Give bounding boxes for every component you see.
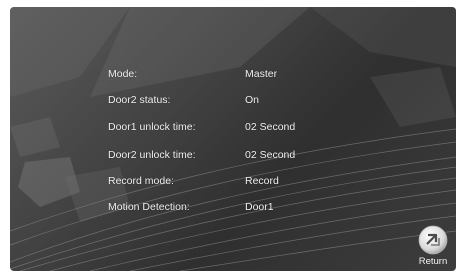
setting-label: Mode: [108,68,138,80]
setting-label: Motion Detection: [108,201,190,213]
settings-screen: Mode: Master Door2 status: On Door1 unlo… [10,7,456,271]
setting-value: 02 Second [245,149,296,161]
setting-value: 02 Second [245,121,296,133]
setting-value: Record [245,175,279,187]
setting-row-mode[interactable]: Mode: Master [108,66,408,82]
setting-row-door1-unlock-time[interactable]: Door1 unlock time: 02 Second [108,119,408,135]
setting-value: Door1 [245,201,274,213]
setting-label: Door2 unlock time: [108,149,196,161]
setting-row-door2-status[interactable]: Door2 status: On [108,92,408,108]
return-icon [418,225,448,255]
return-button[interactable]: Return [413,225,453,271]
setting-label: Record mode: [108,175,174,187]
setting-label: Door1 unlock time: [108,121,196,133]
setting-row-door2-unlock-time[interactable]: Door2 unlock time: 02 Second [108,147,408,163]
setting-row-record-mode[interactable]: Record mode: Record [108,173,408,189]
setting-value: Master [245,68,278,80]
setting-label: Door2 status: [108,94,171,106]
background-art [10,7,456,271]
return-label: Return [418,256,448,267]
setting-row-motion-detection[interactable]: Motion Detection: Door1 [108,199,408,215]
setting-value: On [245,94,260,106]
